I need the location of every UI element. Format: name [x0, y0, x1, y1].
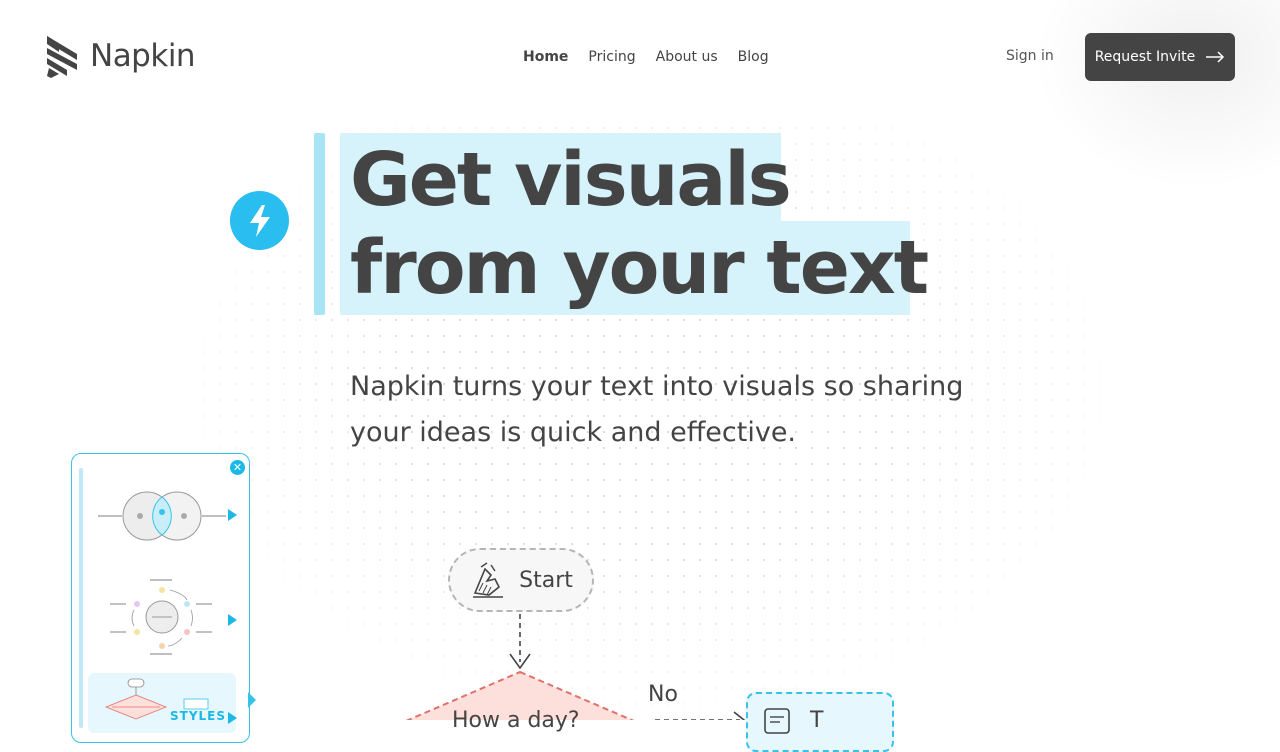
- styles-label: STYLES: [170, 709, 227, 723]
- main-nav: Home Pricing About us Blog: [523, 49, 769, 65]
- nav-blog[interactable]: Blog: [738, 49, 769, 65]
- decision-label: How a day?: [452, 708, 580, 733]
- flowchart-thumbnail[interactable]: STYLES: [88, 673, 236, 733]
- play-icon[interactable]: [228, 712, 237, 724]
- hero-accent-bar: [314, 133, 325, 315]
- flowchart-thumbnail-graphic: [104, 678, 209, 720]
- logo[interactable]: Napkin: [45, 34, 196, 78]
- styles-panel: ✕ STYLES: [71, 453, 250, 743]
- flowchart-start-node[interactable]: Start: [448, 548, 594, 612]
- brand-name: Napkin: [90, 38, 196, 74]
- nav-home[interactable]: Home: [523, 49, 568, 65]
- venn-diagram-thumbnail[interactable]: [92, 486, 240, 546]
- request-invite-label: Request Invite: [1094, 49, 1196, 65]
- napkin-logo-icon: [47, 36, 77, 78]
- cycle-diagram-thumbnail[interactable]: [92, 576, 240, 658]
- napkin-hand-icon: [473, 562, 504, 598]
- flowchart-task-node[interactable]: T: [746, 692, 894, 752]
- task-node-label: T: [810, 708, 824, 733]
- start-label: Start: [519, 567, 573, 593]
- hero-subtext: Napkin turns your text into visuals so s…: [350, 371, 964, 448]
- panel-scroll-track: [79, 468, 83, 728]
- corner-glow: [1020, 0, 1280, 200]
- arrow-right-icon: [1206, 51, 1225, 63]
- panel-pointer: [248, 692, 256, 708]
- headline-line-1: Get visuals: [350, 137, 792, 223]
- sign-in-link[interactable]: Sign in: [1006, 48, 1054, 64]
- play-icon[interactable]: [228, 614, 237, 626]
- headline-line-2: from your text: [350, 225, 929, 311]
- nav-pricing[interactable]: Pricing: [588, 49, 635, 65]
- play-icon[interactable]: [228, 509, 237, 521]
- branch-label-no: No: [648, 682, 678, 707]
- lightning-bolt-icon: [230, 191, 289, 250]
- close-icon[interactable]: ✕: [230, 460, 245, 475]
- document-icon: [764, 708, 790, 734]
- nav-about-us[interactable]: About us: [656, 49, 718, 65]
- hero-headline: Get visuals from your text: [350, 136, 929, 312]
- request-invite-button[interactable]: Request Invite: [1085, 33, 1235, 81]
